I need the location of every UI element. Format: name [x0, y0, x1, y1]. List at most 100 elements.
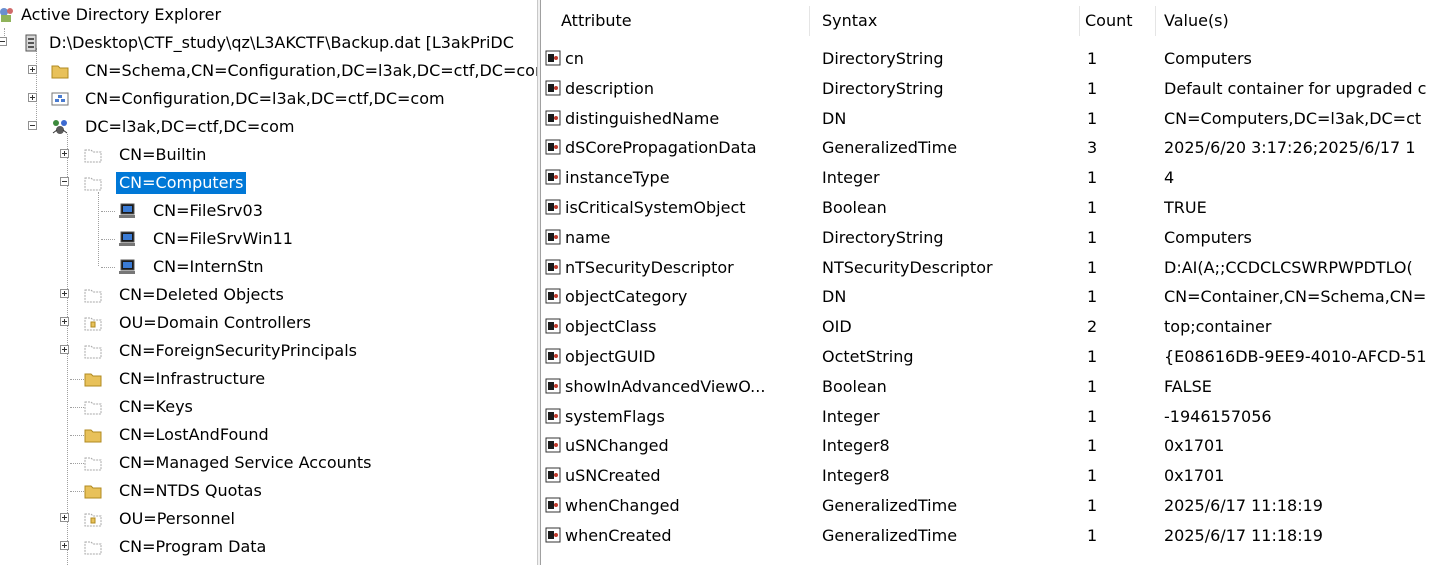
attribute-name: systemFlags: [565, 407, 665, 426]
attribute-name: uSNCreated: [565, 466, 661, 485]
attribute-icon: [545, 110, 561, 126]
column-header-values[interactable]: Value(s): [1160, 0, 1432, 42]
explorer-icon: [0, 8, 13, 22]
tree-node-label: CN=Program Data: [119, 537, 267, 556]
tree-node-label: CN=Schema,CN=Configuration,DC=l3ak,DC=ct…: [85, 61, 537, 80]
tree-node-label: CN=LostAndFound: [119, 425, 269, 444]
attribute-value: 0x1701: [1164, 436, 1225, 455]
folder-icon: [51, 65, 69, 79]
attribute-value: CN=Computers,DC=l3ak,DC=ct: [1164, 109, 1422, 128]
table-row[interactable]: nTSecurityDescriptor NTSecurityDescriptor…: [541, 253, 1432, 283]
attribute-count: 1: [1087, 79, 1098, 98]
table-row[interactable]: isCriticalSystemObject Boolean 1 TRUE: [541, 193, 1432, 223]
computer-icon: [119, 259, 135, 274]
database-icon: [25, 34, 37, 52]
attribute-count: 1: [1087, 466, 1098, 485]
tree-line: [101, 267, 115, 268]
tree-line: [101, 239, 115, 240]
attribute-icon: [545, 199, 561, 215]
attribute-list[interactable]: Attribute Syntax Count Value(s) cn Direct…: [541, 0, 1432, 565]
tree-node-label: CN=Managed Service Accounts: [119, 453, 372, 472]
attribute-name: isCriticalSystemObject: [565, 198, 746, 217]
attribute-name: uSNChanged: [565, 436, 669, 455]
attribute-name: showInAdvancedViewO...: [565, 377, 766, 396]
table-row[interactable]: systemFlags Integer 1 -1946157056: [541, 402, 1432, 432]
tree-line: [101, 211, 115, 212]
table-row[interactable]: showInAdvancedViewO... Boolean 1 FALSE: [541, 372, 1432, 402]
attribute-count: 1: [1087, 168, 1098, 187]
tree-node-label: CN=Deleted Objects: [119, 285, 284, 304]
table-row[interactable]: instanceType Integer 1 4: [541, 163, 1432, 193]
attribute-count: 3: [1087, 138, 1098, 157]
attribute-icon: [545, 288, 561, 304]
table-row[interactable]: objectClass OID 2 top;container: [541, 312, 1432, 342]
column-header-syntax[interactable]: Syntax: [818, 0, 1080, 42]
attribute-icon: [545, 527, 561, 543]
tree-line: [70, 407, 84, 408]
configuration-icon: [51, 92, 69, 106]
expand-toggle[interactable]: [60, 345, 69, 354]
attribute-value: Computers: [1164, 49, 1252, 68]
attribute-count: 1: [1087, 377, 1098, 396]
table-row[interactable]: whenCreated GeneralizedTime 1 2025/6/17 11:…: [541, 521, 1432, 551]
expand-toggle[interactable]: [60, 289, 69, 298]
attribute-icon: [545, 318, 561, 334]
attribute-syntax: DirectoryString: [822, 79, 944, 98]
tree-node-label: OU=Personnel: [119, 509, 235, 528]
attribute-icon: [545, 497, 561, 513]
attribute-name: whenCreated: [565, 526, 672, 545]
attribute-syntax: Boolean: [822, 198, 887, 217]
attribute-name: objectCategory: [565, 287, 688, 306]
table-row[interactable]: whenChanged GeneralizedTime 1 2025/6/17 11:…: [541, 491, 1432, 521]
table-row[interactable]: objectGUID OctetString 1 {E08616DB-9EE9-401…: [541, 342, 1432, 372]
expand-toggle[interactable]: [60, 541, 69, 550]
attribute-name: objectGUID: [565, 347, 656, 366]
attribute-value: top;container: [1164, 317, 1272, 336]
collapse-toggle[interactable]: [0, 37, 7, 46]
attribute-count: 1: [1087, 228, 1098, 247]
table-row[interactable]: uSNCreated Integer8 1 0x1701: [541, 461, 1432, 491]
table-row[interactable]: uSNChanged Integer8 1 0x1701: [541, 431, 1432, 461]
attribute-count: 1: [1087, 287, 1098, 306]
expand-toggle[interactable]: [60, 317, 69, 326]
column-separator[interactable]: [809, 6, 810, 36]
expand-toggle[interactable]: [60, 513, 69, 522]
attribute-syntax: Boolean: [822, 377, 887, 396]
table-row[interactable]: dSCorePropagationData GeneralizedTime 3 202…: [541, 133, 1432, 163]
attribute-value: Default container for upgraded c: [1164, 79, 1427, 98]
attribute-count: 1: [1087, 258, 1098, 277]
table-row[interactable]: name DirectoryString 1 Computers: [541, 223, 1432, 253]
attribute-syntax: DN: [822, 287, 847, 306]
column-separator[interactable]: [1079, 6, 1080, 36]
attribute-count: 1: [1087, 407, 1098, 426]
table-row[interactable]: objectCategory DN 1 CN=Container,CN=Schema,…: [541, 282, 1432, 312]
tree-node-label: CN=Builtin: [119, 145, 207, 164]
domain-icon: [52, 120, 68, 134]
attribute-syntax: DirectoryString: [822, 49, 944, 68]
expand-toggle[interactable]: [28, 65, 37, 74]
attribute-value: 2025/6/20 3:17:26;2025/6/17 1: [1164, 138, 1416, 157]
attribute-syntax: Integer: [822, 407, 880, 426]
tree-node-schema[interactable]: CN=Schema,CN=Configuration,DC=l3ak,DC=ct…: [0, 58, 537, 84]
table-row[interactable]: cn DirectoryString 1 Computers: [541, 44, 1432, 74]
ou-icon: [84, 513, 102, 527]
attribute-count: 1: [1087, 526, 1098, 545]
attribute-icon: [545, 169, 561, 185]
attribute-icon: [545, 348, 561, 364]
attribute-name: dSCorePropagationData: [565, 138, 757, 157]
collapse-toggle[interactable]: [28, 121, 37, 130]
table-row[interactable]: description DirectoryString 1 Default conta…: [541, 74, 1432, 104]
expand-toggle[interactable]: [28, 93, 37, 102]
attribute-syntax: Integer: [822, 168, 880, 187]
tree-node-label: CN=Infrastructure: [119, 369, 266, 388]
tree-pane[interactable]: Active Directory Explorer D:\Desktop\CTF…: [0, 0, 537, 565]
collapse-toggle[interactable]: [60, 177, 69, 186]
table-row[interactable]: distinguishedName DN 1 CN=Computers,DC=l3ak…: [541, 104, 1432, 134]
column-separator[interactable]: [1155, 6, 1156, 36]
column-header-count[interactable]: Count: [1081, 0, 1153, 42]
attribute-count: 1: [1087, 436, 1098, 455]
container-icon: [84, 177, 102, 191]
column-header-attribute[interactable]: Attribute: [557, 0, 805, 42]
expand-toggle[interactable]: [60, 149, 69, 158]
folder-icon: [84, 429, 102, 443]
